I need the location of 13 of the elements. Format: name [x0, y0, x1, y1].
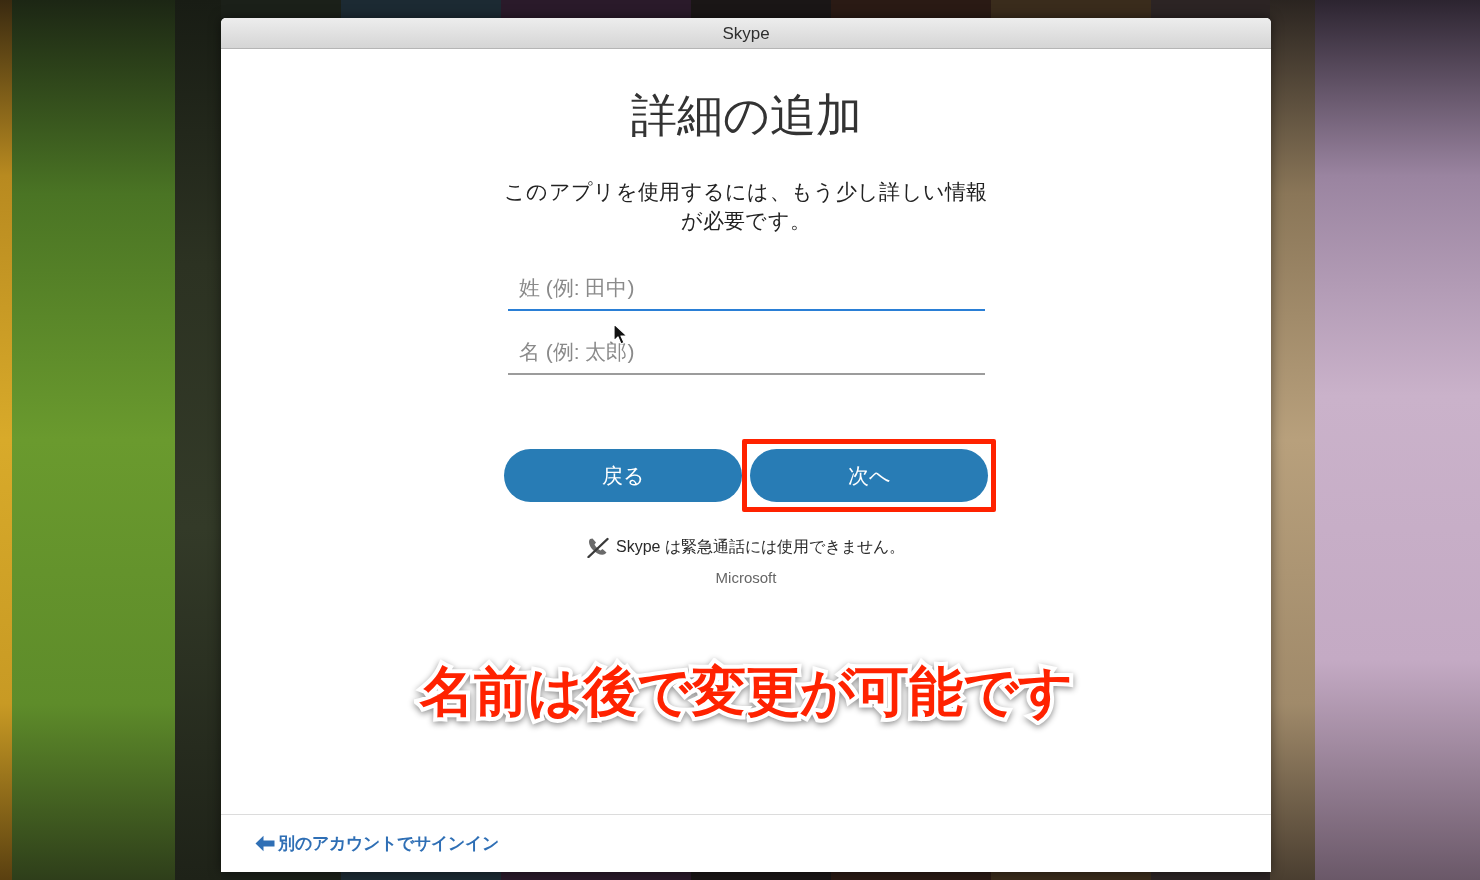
left-arrow-icon	[255, 835, 275, 852]
crossed-phone-icon	[587, 536, 610, 558]
name-input-field[interactable]: 姓 (例: 田中)	[508, 266, 985, 311]
caption-text: 名前は後で変更が可能です	[419, 660, 1073, 723]
page-heading: 詳細の追加	[630, 88, 862, 143]
vendor-name: Microsoft	[715, 568, 777, 588]
description-text: このアプリを使用するには、もう少し詳しい情報が必要です。	[503, 179, 989, 234]
window-title: Skype	[722, 24, 770, 42]
name-input-field[interactable]: 名 (例: 太郎)	[508, 330, 985, 375]
pill-button[interactable]: 戻る	[504, 449, 742, 502]
emergency-notice: Skype は緊急通話には使用できません。	[616, 537, 905, 557]
switch-account-link[interactable]: 別のアカウントでサインイン	[255, 830, 499, 857]
pill-button[interactable]: 次へ	[750, 449, 988, 502]
